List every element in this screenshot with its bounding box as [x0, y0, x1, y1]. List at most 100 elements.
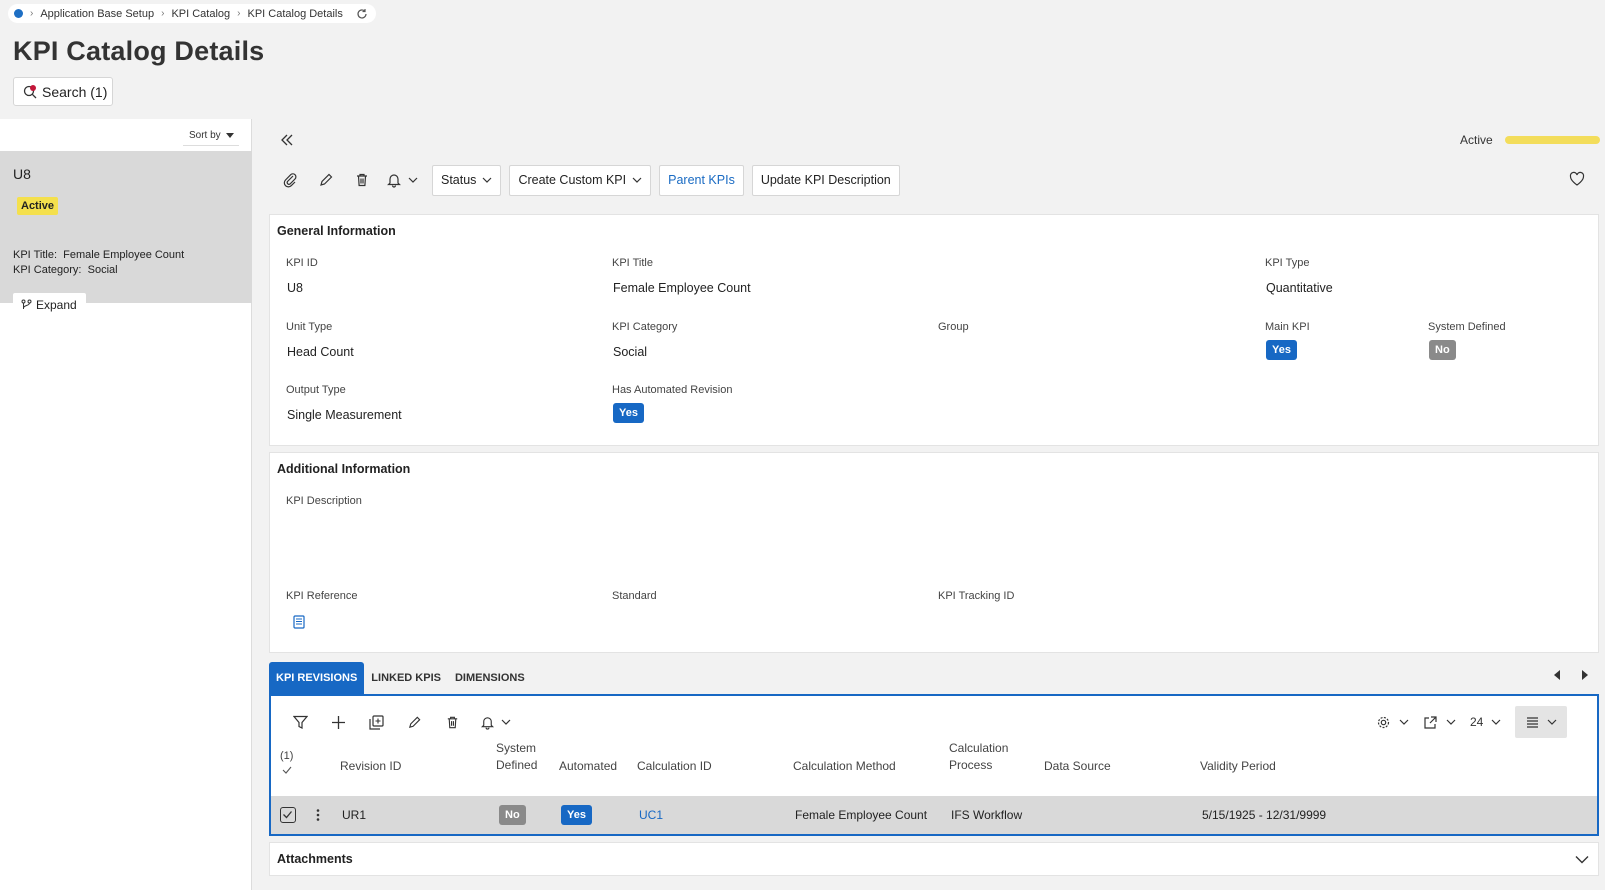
record-card-id: U8	[13, 166, 31, 182]
cell-calculation-process: IFS Workflow	[951, 808, 1023, 822]
edit-button[interactable]	[308, 165, 344, 195]
grid-toolbar	[281, 710, 519, 734]
tab-scroll-arrows	[1553, 670, 1589, 680]
breadcrumb-item-kpi-catalog[interactable]: KPI Catalog	[171, 8, 230, 20]
chevron-down-icon	[408, 177, 418, 183]
col-header-data-source[interactable]: Data Source	[1044, 758, 1111, 775]
col-header-automated[interactable]: Automated	[559, 758, 617, 775]
document-link-icon[interactable]	[293, 615, 305, 629]
cell-revision-id: UR1	[342, 808, 367, 822]
attachments-section[interactable]: Attachments	[269, 842, 1599, 876]
parent-kpis-button[interactable]: Parent KPIs	[659, 164, 744, 196]
page-size-dropdown[interactable]: 24	[1470, 707, 1501, 737]
export-dropdown[interactable]	[1423, 707, 1456, 737]
col-header-calculation-process-line1: Calculation	[949, 741, 1009, 755]
delete-button[interactable]	[344, 165, 380, 195]
col-header-validity-period[interactable]: Validity Period	[1200, 758, 1276, 775]
detail-tabs: KPI REVISIONS LINKED KPIS DIMENSIONS	[269, 662, 532, 694]
view-mode-dropdown[interactable]	[1515, 706, 1568, 738]
delete-row-button[interactable]	[433, 710, 471, 734]
record-list-panel: Sort by U8 Active KPI Title: Female Empl…	[0, 119, 252, 890]
status-dropdown[interactable]: Status	[432, 164, 502, 196]
kpi-id-value: U8	[287, 281, 303, 295]
tab-linked-kpis[interactable]: LINKED KPIS	[364, 662, 448, 694]
edit-row-button[interactable]	[395, 710, 433, 734]
list-view-icon	[1526, 717, 1538, 728]
chevron-down-icon	[1491, 719, 1501, 725]
kpi-type-label: KPI Type	[1265, 257, 1310, 269]
chevron-down-icon	[1547, 719, 1557, 725]
page-size-value: 24	[1470, 715, 1484, 729]
copy-icon	[368, 714, 384, 730]
col-header-calculation-process[interactable]: Calculation Process	[949, 740, 1008, 774]
col-header-revision-id[interactable]: Revision ID	[340, 758, 401, 775]
caret-right-icon[interactable]	[1581, 670, 1589, 680]
system-defined-label: System Defined	[1428, 321, 1506, 333]
favorite-heart-icon[interactable]	[1569, 171, 1585, 187]
selected-count: (1)	[280, 750, 294, 762]
row-checkbox[interactable]	[280, 807, 296, 823]
kpi-tracking-id-label: KPI Tracking ID	[938, 590, 1015, 602]
notification-button[interactable]	[380, 165, 424, 195]
row-menu-kebab-icon[interactable]	[316, 808, 320, 822]
main-kpi-label: Main KPI	[1265, 321, 1310, 333]
chevron-down-icon[interactable]	[1575, 855, 1589, 864]
grid-settings-dropdown[interactable]	[1376, 707, 1409, 737]
cell-automated-yes-pill: Yes	[561, 805, 592, 825]
col-header-calculation-process-line2: Process	[949, 758, 993, 772]
chevron-down-icon	[483, 177, 492, 183]
chevron-down-icon	[1446, 719, 1456, 725]
check-all-icon[interactable]	[282, 766, 292, 774]
search-button[interactable]: Search (1)	[13, 77, 113, 106]
tab-dimensions[interactable]: DIMENSIONS	[448, 662, 532, 694]
refresh-icon[interactable]	[356, 8, 368, 20]
add-button[interactable]	[319, 710, 357, 734]
col-header-calculation-id[interactable]: Calculation ID	[637, 758, 712, 775]
bell-icon	[387, 174, 401, 188]
sort-by-dropdown[interactable]: Sort by	[183, 126, 239, 146]
trash-icon	[447, 716, 457, 728]
kpi-revisions-grid: 24 (1) Revision ID System Defined Automa…	[269, 694, 1599, 836]
record-card-category: KPI Category: Social	[13, 264, 118, 276]
automated-revision-yes-pill: Yes	[613, 403, 644, 423]
table-row[interactable]: UR1 No Yes UC1 Female Employee Count IFS…	[271, 796, 1597, 834]
kpi-category-value: Social	[613, 345, 648, 359]
create-custom-kpi-dropdown[interactable]: Create Custom KPI	[509, 164, 652, 196]
general-information-section: General Information KPI ID U8 KPI Title …	[269, 214, 1599, 446]
trash-icon	[357, 173, 367, 187]
automated-revision-label: Has Automated Revision	[612, 384, 733, 396]
search-icon	[23, 84, 37, 98]
col-header-calculation-method[interactable]: Calculation Method	[793, 758, 896, 775]
record-card-title: KPI Title: Female Employee Count	[13, 249, 184, 261]
sort-by-label: Sort by	[189, 130, 221, 141]
grid-notification-button[interactable]	[471, 710, 519, 734]
breadcrumb-item-application-base-setup[interactable]: Application Base Setup	[40, 8, 154, 20]
filter-button[interactable]	[281, 710, 319, 734]
chevron-down-icon	[632, 177, 642, 183]
output-type-label: Output Type	[286, 384, 346, 396]
tab-kpi-revisions[interactable]: KPI REVISIONS	[269, 662, 365, 694]
kpi-type-value: Quantitative	[1266, 281, 1333, 295]
record-card-category-label: KPI Category:	[13, 264, 82, 276]
status-progress-bar	[1504, 136, 1600, 144]
expand-button[interactable]: Expand	[13, 293, 86, 316]
status-indicator: Active	[1460, 133, 1600, 147]
caret-left-icon[interactable]	[1553, 670, 1561, 680]
cell-system-defined-no-pill: No	[499, 805, 526, 825]
col-header-system-defined[interactable]: System Defined	[496, 740, 537, 774]
update-kpi-description-button[interactable]: Update KPI Description	[751, 164, 900, 196]
double-chevron-left-icon[interactable]	[280, 133, 294, 147]
record-card[interactable]: U8 Active KPI Title: Female Employee Cou…	[0, 151, 252, 316]
attach-button[interactable]	[272, 165, 308, 195]
cell-calculation-id-link[interactable]: UC1	[639, 808, 663, 822]
filter-icon	[292, 715, 308, 729]
duplicate-button[interactable]	[357, 710, 395, 734]
expand-label: Expand	[36, 297, 77, 312]
chevron-down-icon	[501, 719, 510, 725]
home-icon[interactable]	[14, 9, 23, 18]
search-label: Search (1)	[42, 83, 108, 100]
caret-down-icon	[225, 132, 234, 138]
kpi-reference-label: KPI Reference	[286, 590, 358, 602]
additional-information-section: Additional Information KPI Description K…	[269, 452, 1599, 653]
record-card-category-value: Social	[87, 264, 118, 276]
